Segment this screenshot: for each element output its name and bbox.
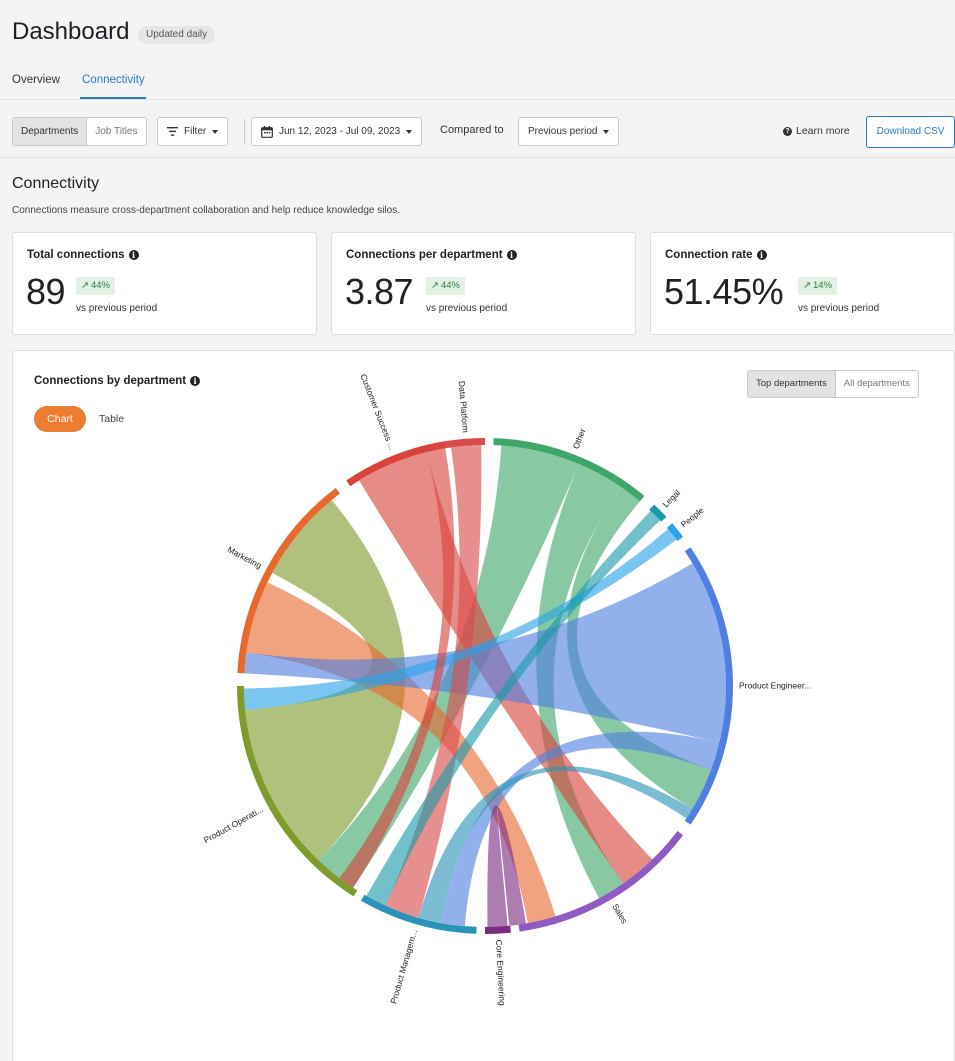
compared-to-value: Previous period (528, 126, 598, 137)
date-range-value: Jun 12, 2023 - Jul 09, 2023 (279, 126, 401, 137)
metric-value: 51.45% (664, 271, 784, 312)
chord-label-4: Product Engineer... (739, 680, 811, 690)
metric-delta-badge: ↗ 44% (426, 277, 465, 295)
toolbar-divider-line (0, 157, 955, 158)
tab-connectivity[interactable]: Connectivity (82, 74, 145, 86)
chevron-down-icon (603, 129, 610, 134)
toggle-job-titles[interactable]: Job Titles (87, 118, 145, 145)
metric-card-total-connections: Total connections i 89 ↗ 44% vs previous p… (12, 232, 317, 335)
chevron-down-icon (406, 129, 413, 134)
chord-label-8: Product Operati... (202, 804, 265, 845)
chord-label-2: Legal (661, 488, 683, 510)
chevron-down-icon (212, 129, 219, 134)
page-title: Dashboard (12, 18, 130, 45)
trend-up-icon: ↗ (803, 280, 811, 291)
download-csv-button[interactable]: Download CSV (866, 116, 955, 148)
date-range-picker[interactable]: Jun 12, 2023 - Jul 09, 2023 (251, 117, 423, 146)
chord-label-5: Sales (610, 902, 629, 925)
trend-up-icon: ↗ (81, 280, 89, 291)
chord-label-3: People (679, 505, 706, 530)
metric-comparison: vs previous period (426, 303, 508, 314)
section-description: Connections measure cross-department col… (12, 205, 400, 216)
info-icon[interactable]: i (506, 250, 517, 260)
chord-label-7: Product Managem... (388, 929, 419, 1005)
chord-label-9: Marketing (226, 544, 264, 570)
metric-value: 3.87 (345, 271, 414, 312)
tabs-divider (0, 99, 955, 100)
chord-label-10: Customer Success ... (358, 372, 397, 451)
section-title: Connectivity (12, 175, 100, 192)
compared-to-select[interactable]: Previous period (518, 117, 620, 146)
metric-delta-badge: ↗ 44% (76, 277, 115, 295)
metric-card-connections-per-department: Connections per department i 3.87 ↗ 44% vs… (331, 232, 636, 335)
chord-label-1: Other (571, 427, 588, 451)
calendar-icon (261, 125, 273, 138)
compared-to-label: Compared to (440, 124, 504, 136)
chord-label-6: Core Engineering (494, 939, 507, 1006)
info-icon[interactable]: i (128, 250, 139, 260)
filter-icon (167, 127, 178, 136)
question-icon: ? (783, 126, 792, 136)
chord-diagram: Data Platform Other LegalPeople Product Eng… (202, 372, 812, 1006)
tab-overview[interactable]: Overview (12, 74, 60, 86)
metric-label: Total connections i (27, 249, 139, 261)
metric-label: Connections per department i (346, 249, 517, 261)
view-toggle: Departments Job Titles (12, 117, 147, 146)
metric-comparison: vs previous period (798, 303, 880, 314)
metric-label: Connection rate i (665, 249, 767, 261)
learn-more-link[interactable]: ? Learn more (783, 125, 850, 137)
filter-label: Filter (184, 126, 207, 137)
info-icon[interactable]: i (756, 250, 767, 260)
metric-card-connection-rate: Connection rate i 51.45% ↗ 14% vs previous… (650, 232, 955, 335)
filter-button[interactable]: Filter (157, 117, 229, 146)
learn-more-label: Learn more (796, 125, 850, 137)
metric-comparison: vs previous period (76, 303, 158, 314)
update-badge: Updated daily (138, 26, 216, 44)
chord-label-0: Data Platform (457, 381, 471, 434)
trend-up-icon: ↗ (431, 280, 439, 291)
metric-delta-badge: ↗ 14% (798, 277, 837, 295)
metric-value: 89 (26, 271, 66, 312)
toolbar-divider (244, 119, 245, 144)
toggle-departments[interactable]: Departments (13, 118, 88, 145)
connections-panel: Connections by department i Top departmen… (12, 350, 955, 1061)
chord-ribbons (244, 445, 727, 927)
